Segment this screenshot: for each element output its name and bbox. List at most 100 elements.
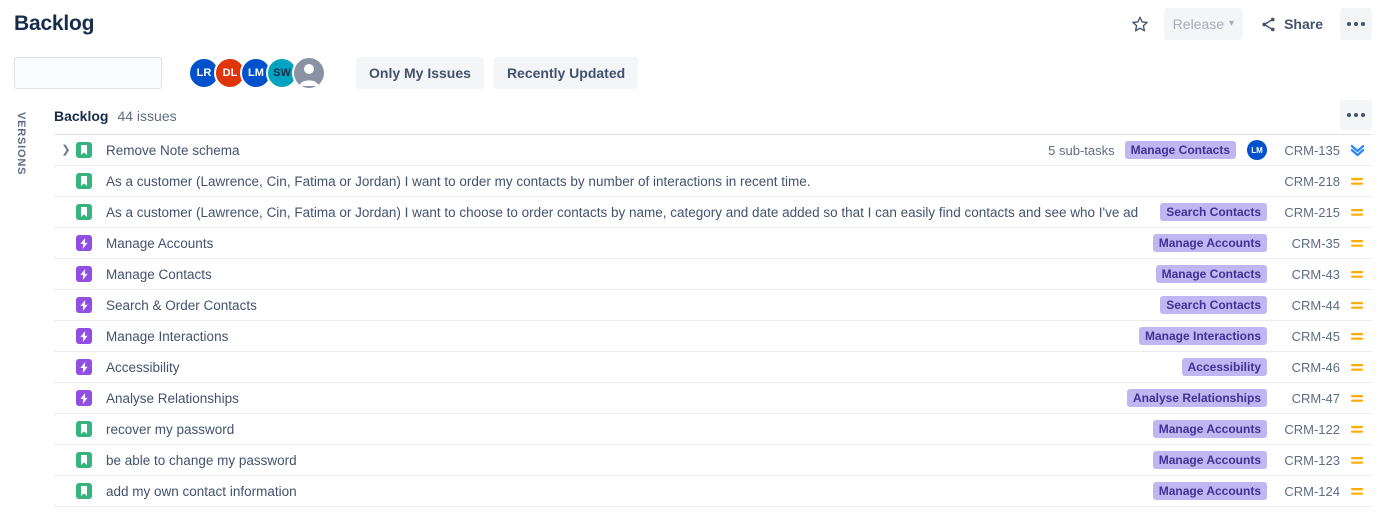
more-actions-button[interactable] bbox=[1340, 8, 1372, 40]
issue-row[interactable]: ❯Manage InteractionsManage InteractionsC… bbox=[54, 321, 1372, 352]
issue-summary[interactable]: Remove Note schema bbox=[106, 143, 1042, 158]
issue-key[interactable]: CRM-46 bbox=[1278, 360, 1340, 375]
issue-key[interactable]: CRM-47 bbox=[1278, 391, 1340, 406]
chevron-down-icon: ▾ bbox=[1229, 18, 1235, 29]
issue-type-epic-icon bbox=[76, 235, 92, 251]
issue-priority bbox=[1346, 236, 1368, 250]
issue-row-meta: Search Contacts CRM-215 bbox=[1160, 203, 1368, 221]
issue-summary[interactable]: As a customer (Lawrence, Cin, Fatima or … bbox=[106, 205, 1154, 220]
versions-label: VERSIONS bbox=[15, 112, 27, 176]
issue-summary[interactable]: add my own contact information bbox=[106, 484, 1147, 499]
epic-badge[interactable]: Search Contacts bbox=[1160, 296, 1267, 314]
backlog-header: Backlog 44 issues bbox=[54, 98, 1372, 134]
issue-key[interactable]: CRM-43 bbox=[1278, 267, 1340, 282]
issue-row-meta: Manage Accounts CRM-122 bbox=[1152, 420, 1368, 438]
avatar-initials: LR bbox=[196, 67, 212, 79]
issue-priority bbox=[1346, 267, 1368, 281]
filter-buttons: Only My Issues Recently Updated bbox=[356, 57, 639, 89]
backlog-section: Backlog 44 issues ❯ Remove Note schema 5 s… bbox=[54, 98, 1372, 507]
issue-row[interactable]: ❯add my own contact informationManage Ac… bbox=[54, 476, 1372, 507]
more-dots-icon bbox=[1347, 22, 1365, 26]
issue-key[interactable]: CRM-123 bbox=[1278, 453, 1340, 468]
issue-priority bbox=[1346, 422, 1368, 436]
issue-row[interactable]: ❯As a customer (Lawrence, Cin, Fatima or… bbox=[54, 197, 1372, 228]
epic-bolt-icon bbox=[80, 299, 88, 311]
epic-badge[interactable]: Manage Interactions bbox=[1138, 327, 1267, 345]
epic-badge[interactable]: Manage Accounts bbox=[1152, 451, 1267, 469]
search-box[interactable] bbox=[14, 57, 199, 89]
avatar-filter-group: LR DL LM SW bbox=[188, 56, 326, 90]
page-header: Backlog Release ▾ Share bbox=[0, 0, 1384, 48]
backlog-name: Backlog bbox=[54, 108, 109, 124]
epic-badge[interactable]: Analyse Relationships bbox=[1126, 389, 1267, 407]
issue-summary[interactable]: be able to change my password bbox=[106, 453, 1147, 468]
priority-medium-icon bbox=[1351, 178, 1363, 185]
person-avatar-icon[interactable] bbox=[292, 56, 326, 90]
issue-row[interactable]: ❯recover my passwordManage AccountsCRM-1… bbox=[54, 414, 1372, 445]
issue-row-meta: Manage Accounts CRM-123 bbox=[1152, 451, 1368, 469]
story-bookmark-icon bbox=[81, 176, 87, 186]
issue-summary[interactable]: Manage Contacts bbox=[106, 267, 1150, 282]
issue-row[interactable]: ❯AccessibilityAccessibilityCRM-46 bbox=[54, 352, 1372, 383]
subtask-count: 5 sub-tasks bbox=[1048, 142, 1115, 158]
issue-type-story-icon bbox=[76, 173, 92, 189]
epic-badge[interactable]: Manage Accounts bbox=[1152, 420, 1267, 438]
issue-row[interactable]: ❯Search & Order ContactsSearch ContactsC… bbox=[54, 290, 1372, 321]
issue-row[interactable]: ❯be able to change my passwordManage Acc… bbox=[54, 445, 1372, 476]
issue-row[interactable]: ❯ Remove Note schema 5 sub-tasks Manage Con… bbox=[54, 135, 1372, 166]
epic-badge[interactable]: Manage Accounts bbox=[1152, 234, 1267, 252]
epic-badge[interactable]: Accessibility bbox=[1181, 358, 1267, 376]
issue-type-story-icon bbox=[76, 452, 92, 468]
issue-key[interactable]: CRM-215 bbox=[1278, 205, 1340, 220]
epic-badge[interactable]: Search Contacts bbox=[1160, 203, 1267, 221]
issue-priority bbox=[1346, 205, 1368, 219]
issue-summary[interactable]: As a customer (Lawrence, Cin, Fatima or … bbox=[106, 174, 1261, 189]
issue-priority bbox=[1346, 453, 1368, 467]
issue-summary[interactable]: Analyse Relationships bbox=[106, 391, 1121, 406]
release-dropdown[interactable]: Release ▾ bbox=[1163, 8, 1244, 40]
epic-badge[interactable]: Manage Contacts bbox=[1124, 141, 1236, 159]
issue-summary[interactable]: Manage Accounts bbox=[106, 236, 1147, 251]
issue-row[interactable]: ❯As a customer (Lawrence, Cin, Fatima or… bbox=[54, 166, 1372, 197]
issue-row-meta: Manage Interactions CRM-45 bbox=[1138, 327, 1368, 345]
issue-key[interactable]: CRM-44 bbox=[1278, 298, 1340, 313]
issue-summary[interactable]: recover my password bbox=[106, 422, 1147, 437]
issue-type-epic-icon bbox=[76, 297, 92, 313]
assignee-avatar[interactable]: LM bbox=[1247, 140, 1267, 160]
issue-priority bbox=[1346, 391, 1368, 405]
avatar-initials: DL bbox=[222, 67, 238, 79]
issue-summary[interactable]: Accessibility bbox=[106, 360, 1176, 375]
epic-badge[interactable]: Manage Accounts bbox=[1152, 482, 1267, 500]
backlog-menu-button[interactable] bbox=[1340, 100, 1372, 130]
issue-type-epic-icon bbox=[76, 266, 92, 282]
issue-row-meta: CRM-218 bbox=[1267, 174, 1368, 189]
issue-row[interactable]: ❯Analyse RelationshipsAnalyse Relationsh… bbox=[54, 383, 1372, 414]
search-input[interactable] bbox=[23, 65, 199, 81]
issue-row[interactable]: ❯Manage ContactsManage ContactsCRM-43 bbox=[54, 259, 1372, 290]
issue-summary[interactable]: Search & Order Contacts bbox=[106, 298, 1154, 313]
epic-bolt-icon bbox=[80, 392, 88, 404]
priority-medium-icon bbox=[1351, 240, 1363, 247]
recently-updated-filter[interactable]: Recently Updated bbox=[493, 57, 639, 89]
issue-key[interactable]: CRM-124 bbox=[1278, 484, 1340, 499]
release-label: Release bbox=[1172, 16, 1225, 32]
versions-panel-toggle[interactable]: VERSIONS bbox=[8, 112, 34, 232]
issue-key[interactable]: CRM-122 bbox=[1278, 422, 1340, 437]
issue-key[interactable]: CRM-35 bbox=[1278, 236, 1340, 251]
issue-row[interactable]: ❯Manage AccountsManage AccountsCRM-35 bbox=[54, 228, 1372, 259]
issue-key[interactable]: CRM-218 bbox=[1278, 174, 1340, 189]
epic-badge[interactable]: Manage Contacts bbox=[1155, 265, 1267, 283]
only-my-issues-filter[interactable]: Only My Issues bbox=[356, 57, 484, 89]
issue-row-meta: Manage Accounts CRM-124 bbox=[1152, 482, 1368, 500]
star-icon[interactable] bbox=[1124, 8, 1156, 40]
issue-row-meta: Manage Accounts CRM-35 bbox=[1152, 234, 1368, 252]
issue-summary[interactable]: Manage Interactions bbox=[106, 329, 1133, 344]
issue-key[interactable]: CRM-135 bbox=[1278, 143, 1340, 158]
priority-medium-icon bbox=[1351, 302, 1363, 309]
backlog-issue-count: 44 issues bbox=[117, 108, 177, 124]
issue-key[interactable]: CRM-45 bbox=[1278, 329, 1340, 344]
priority-medium-icon bbox=[1351, 271, 1363, 278]
expand-chevron-icon[interactable]: ❯ bbox=[58, 144, 74, 156]
share-button[interactable]: Share bbox=[1251, 8, 1332, 40]
issue-type-story-icon bbox=[76, 483, 92, 499]
